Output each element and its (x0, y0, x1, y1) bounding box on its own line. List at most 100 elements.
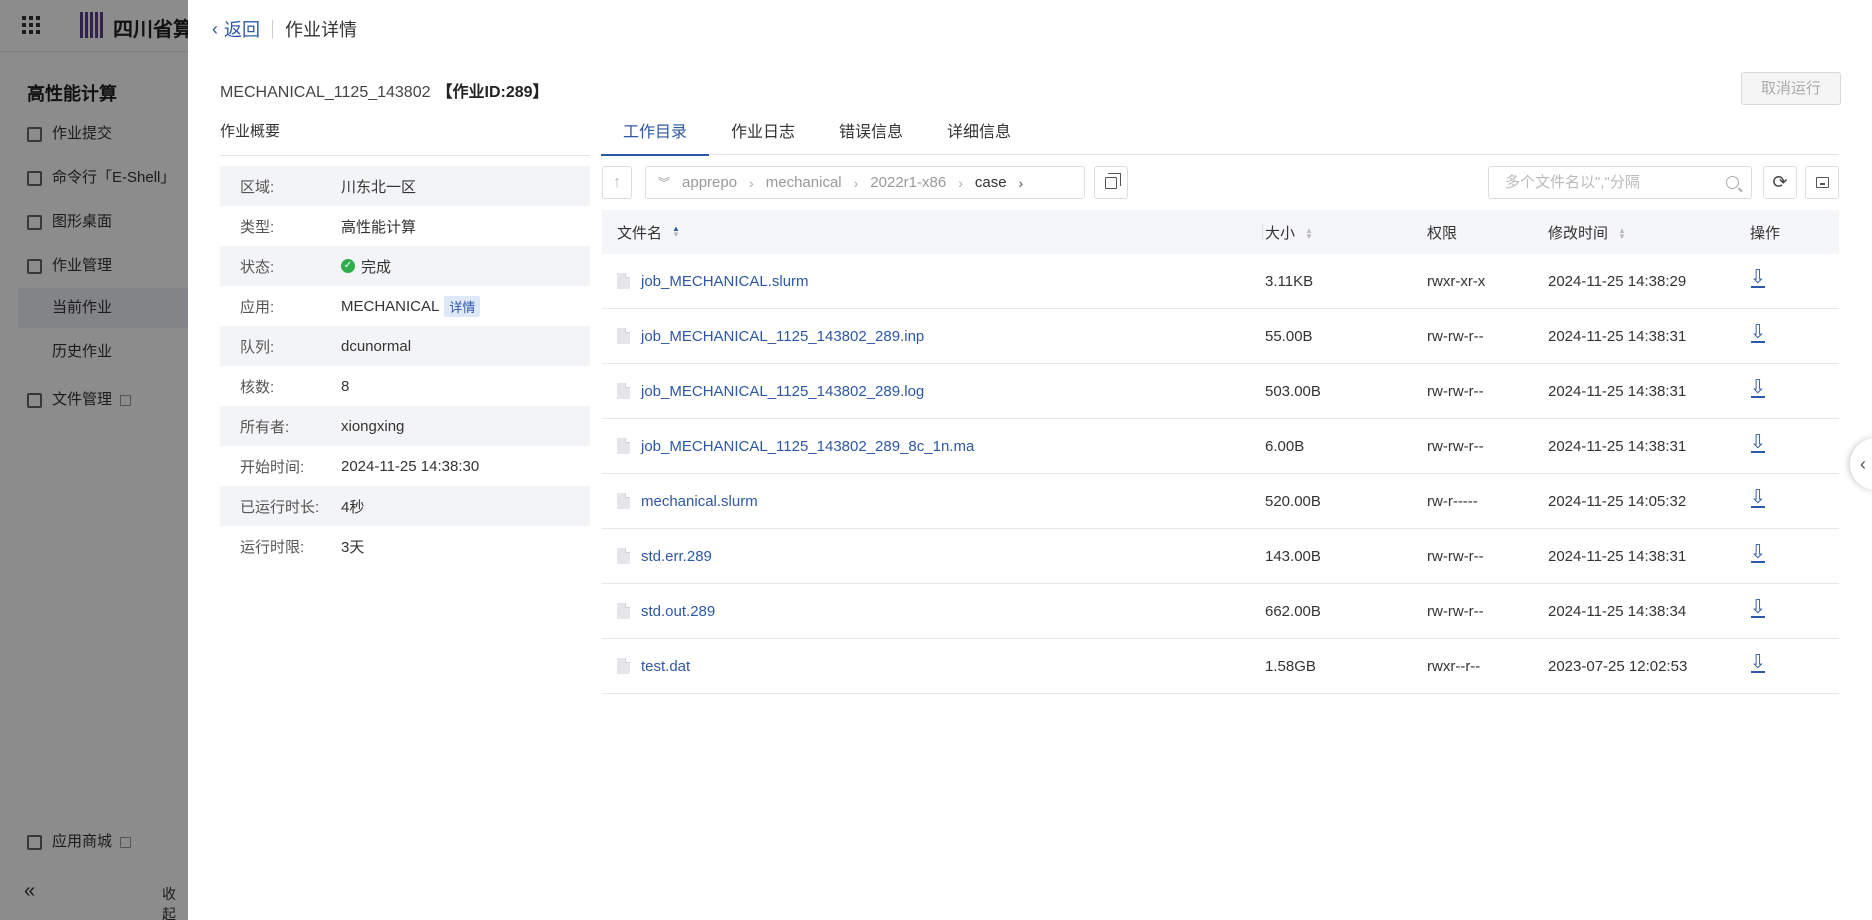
download-icon[interactable] (1750, 431, 1766, 454)
chevron-left-icon[interactable]: ‹ (212, 19, 218, 40)
column-resizer[interactable] (1262, 224, 1263, 240)
file-name-link[interactable]: job_MECHANICAL_1125_143802_289.log (641, 383, 924, 400)
file-icon (617, 383, 630, 399)
download-icon[interactable] (1750, 376, 1766, 399)
file-perm: rw-rw-r-- (1427, 382, 1484, 400)
breadcrumb-item[interactable]: mechanical (766, 174, 842, 191)
file-icon (617, 603, 630, 619)
file-size: 6.00B (1265, 437, 1305, 455)
column-size[interactable]: 大小 ▲ ▼ (1262, 222, 1427, 243)
summary-value: 2024-11-25 14:38:30 (341, 457, 480, 475)
summary-value: MECHANICAL 详情 (341, 295, 481, 317)
parent-dir-button[interactable]: ↑ (602, 166, 632, 199)
summary-key: 状态: (240, 258, 275, 276)
file-mtime: 2024-11-25 14:38:29 (1548, 272, 1687, 290)
summary-key: 队列: (240, 338, 275, 356)
table-row: job_MECHANICAL_1125_143802_289.inp 55.00… (602, 309, 1839, 364)
file-perm: rw-rw-r-- (1427, 437, 1484, 455)
download-icon[interactable] (1750, 321, 1766, 344)
breadcrumb-current[interactable]: case (975, 174, 1007, 191)
copy-path-button[interactable] (1094, 166, 1128, 199)
detail-tabs: 工作目录 作业日志 错误信息 详细信息 (601, 118, 1839, 156)
file-mtime: 2024-11-25 14:38:31 (1548, 547, 1687, 565)
column-mtime-label: 修改时间 (1548, 224, 1609, 242)
table-row: std.out.289 662.00B rw-rw-r-- 2024-11-25… (602, 584, 1839, 639)
app-detail-link[interactable]: 详情 (444, 295, 481, 317)
summary-row-start-time: 开始时间: 2024-11-25 14:38:30 (220, 446, 590, 486)
file-name-link[interactable]: mechanical.slurm (641, 493, 758, 510)
summary-value: 高性能计算 (341, 218, 417, 236)
arrow-up-icon: ↑ (613, 174, 621, 191)
summary-value: ✓ 完成 (341, 256, 391, 277)
download-icon[interactable] (1750, 486, 1766, 509)
chevron-double-down-icon[interactable]: ︾ (658, 174, 670, 191)
path-breadcrumb: ︾ apprepo › mechanical › 2022r1-x86 › ca… (645, 166, 1085, 199)
chevron-right-icon: › (958, 174, 963, 191)
file-mtime: 2024-11-25 14:38:31 (1548, 327, 1687, 345)
sort-icon[interactable]: ▲ ▼ (672, 225, 680, 239)
summary-row-status: 状态: ✓ 完成 (220, 246, 590, 286)
column-name[interactable]: 文件名 ▲ ▼ (602, 222, 1262, 243)
page-title: 作业详情 (285, 20, 357, 40)
file-mtime: 2024-11-25 14:38:31 (1548, 382, 1687, 400)
cancel-run-button[interactable]: 取消运行 (1741, 72, 1841, 105)
drawer-header: ‹ 返回 作业详情 (212, 14, 357, 44)
column-mtime[interactable]: 修改时间 ▲ ▼ (1548, 222, 1746, 243)
download-icon[interactable] (1750, 266, 1766, 289)
sort-icon[interactable]: ▲ ▼ (1618, 226, 1626, 240)
breadcrumb-item[interactable]: 2022r1-x86 (870, 174, 946, 191)
file-mtime: 2023-07-25 12:02:53 (1548, 657, 1688, 675)
divider (272, 20, 273, 38)
table-row: job_MECHANICAL.slurm 3.11KB rwxr-xr-x 20… (602, 254, 1839, 309)
file-name-link[interactable]: std.err.289 (641, 548, 712, 565)
job-id: 【作业ID:289】 (436, 84, 549, 101)
search-icon[interactable] (1726, 176, 1739, 189)
file-perm: rwxr--r-- (1427, 657, 1481, 675)
file-perm: rw-rw-r-- (1427, 547, 1484, 565)
download-icon[interactable] (1750, 596, 1766, 619)
file-search-input[interactable] (1505, 167, 1715, 198)
file-mtime: 2024-11-25 14:05:32 (1548, 492, 1687, 510)
summary-key: 运行时限: (240, 538, 305, 556)
chevron-right-icon[interactable]: › (1019, 175, 1024, 191)
file-mtime: 2024-11-25 14:38:34 (1548, 602, 1687, 620)
file-name-link[interactable]: job_MECHANICAL_1125_143802_289_8c_1n.ma (641, 438, 974, 455)
tab-detail-info[interactable]: 详细信息 (925, 118, 1033, 155)
summary-title: 作业概要 (220, 120, 590, 156)
summary-key: 应用: (240, 298, 275, 316)
sort-icon[interactable]: ▲ ▼ (1305, 226, 1313, 240)
summary-key: 类型: (240, 218, 275, 236)
terminal-icon (1815, 177, 1829, 188)
summary-row-region: 区域: 川东北一区 (220, 166, 590, 206)
file-perm: rw-rw-r-- (1427, 327, 1484, 345)
check-circle-icon: ✓ (341, 259, 355, 273)
file-search (1488, 166, 1752, 199)
breadcrumb-item[interactable]: apprepo (682, 174, 737, 191)
summary-value: xiongxing (341, 417, 405, 435)
column-size-label: 大小 (1265, 224, 1296, 242)
terminal-button[interactable] (1805, 166, 1839, 199)
tab-error-info[interactable]: 错误信息 (817, 118, 925, 155)
download-icon[interactable] (1750, 541, 1766, 564)
file-name-link[interactable]: job_MECHANICAL_1125_143802_289.inp (641, 328, 924, 345)
file-size: 3.11KB (1265, 272, 1314, 290)
file-icon (617, 328, 630, 344)
file-name-link[interactable]: test.dat (641, 658, 690, 675)
download-icon[interactable] (1750, 651, 1766, 674)
file-name-link[interactable]: std.out.289 (641, 603, 715, 620)
file-table: 文件名 ▲ ▼ 大小 ▲ ▼ 权限 修改时间 ▲ ▼ 操作 job_MECHANICAL.s… (602, 210, 1839, 694)
refresh-button[interactable]: ⟳ (1763, 166, 1797, 199)
file-name-link[interactable]: job_MECHANICAL.slurm (641, 273, 809, 290)
file-size: 143.00B (1265, 547, 1321, 565)
copy-icon (1105, 172, 1121, 189)
tab-work-dir[interactable]: 工作目录 (601, 118, 710, 156)
summary-row-elapsed: 已运行时长: 4秒 (220, 486, 590, 526)
back-link[interactable]: 返回 (224, 16, 260, 42)
file-perm: rw-r----- (1427, 492, 1478, 510)
summary-key: 已运行时长: (240, 498, 320, 516)
job-name: MECHANICAL_1125_143802 (220, 84, 431, 101)
summary-value: dcunormal (341, 337, 412, 355)
file-size: 503.00B (1265, 382, 1321, 400)
summary-value: 8 (341, 377, 350, 395)
tab-job-log[interactable]: 作业日志 (709, 118, 817, 155)
